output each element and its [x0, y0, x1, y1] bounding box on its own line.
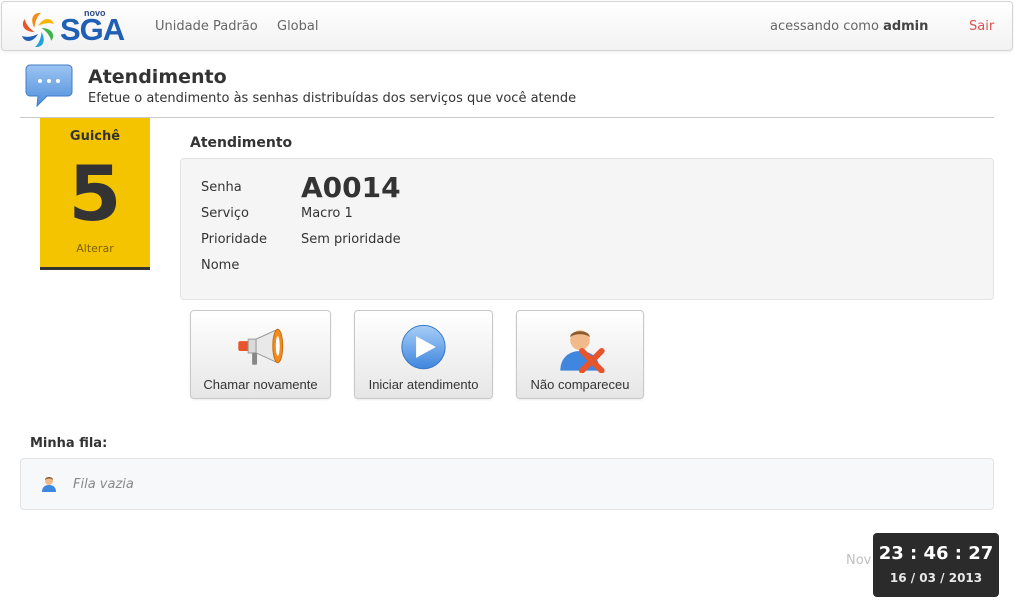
megaphone-icon [238, 328, 284, 365]
guiche-number: 5 [68, 149, 122, 238]
guiche-change-link[interactable]: Alterar [40, 242, 150, 255]
user-name: admin [883, 19, 929, 34]
sga-logo[interactable]: novo SGA [18, 6, 125, 48]
sun-logo-icon [22, 12, 54, 48]
nome-label: Nome [201, 258, 240, 273]
user-prefix: acessando como [770, 19, 879, 34]
servico-label: Serviço [201, 206, 250, 221]
prioridade-value: Sem prioridade [301, 232, 401, 247]
clock-widget: 23 : 46 : 27 16 / 03 / 2013 [873, 533, 999, 597]
guiche-label: Guichê [69, 129, 121, 144]
user-remove-icon [560, 330, 605, 373]
prioridade-label: Prioridade [201, 232, 267, 247]
user-icon [42, 477, 56, 492]
start-service-label: Iniciar atendimento [368, 377, 479, 392]
logo-text: SGA [60, 12, 125, 47]
user-status: acessando como admin [770, 19, 928, 34]
senha-value: A0014 [301, 171, 401, 204]
clock-time: 23 : 46 : 27 [878, 543, 994, 564]
guiche-box: Guichê 5 Alterar [40, 118, 150, 270]
my-queue-title: Minha fila: [30, 436, 108, 451]
start-service-button[interactable]: Iniciar atendimento [354, 310, 493, 399]
no-show-label: Não compareceu [530, 377, 630, 392]
nav-link-global[interactable]: Global [277, 19, 318, 34]
chat-bubble-icon [25, 64, 73, 108]
senha-label: Senha [201, 180, 242, 195]
call-again-label: Chamar novamente [203, 377, 318, 392]
no-show-button[interactable]: Não compareceu [516, 310, 644, 399]
top-navbar: novo SGA Unidade Padrão Global acessando… [1, 1, 1013, 51]
atendimento-section-title: Atendimento [190, 135, 293, 151]
atendimento-info-panel: Senha A0014 Serviço Macro 1 Prioridade S… [180, 158, 994, 300]
page-title: Atendimento [88, 66, 227, 88]
logout-link[interactable]: Sair [969, 19, 994, 34]
call-again-button[interactable]: Chamar novamente [190, 310, 331, 399]
clock-date: 16 / 03 / 2013 [889, 571, 983, 585]
header-divider [20, 117, 994, 118]
my-queue-panel: Fila vazia [20, 458, 994, 510]
servico-value: Macro 1 [301, 206, 353, 221]
nav-link-unidade[interactable]: Unidade Padrão [155, 19, 258, 34]
footer-text: Nov [846, 553, 872, 568]
page-subtitle: Efetue o atendimento às senhas distribuí… [88, 91, 577, 106]
play-icon [401, 324, 446, 370]
queue-empty-text: Fila vazia [73, 477, 134, 492]
